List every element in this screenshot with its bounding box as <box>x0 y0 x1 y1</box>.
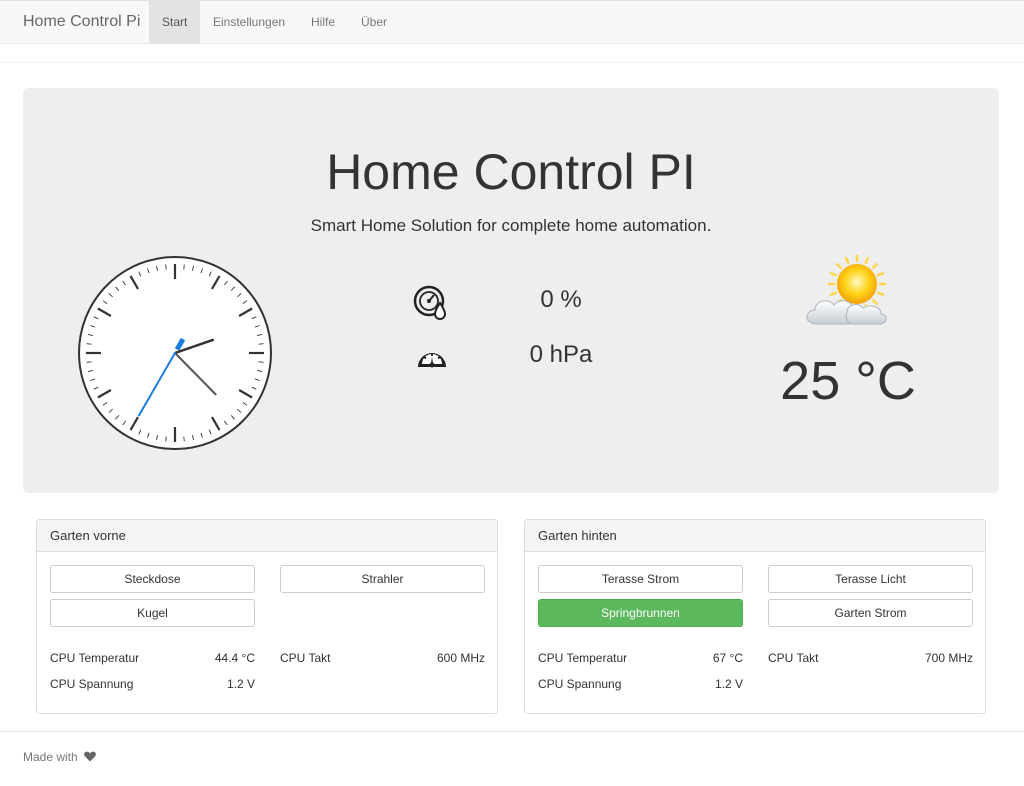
clock-minute-tick <box>165 264 167 270</box>
temperature-value: 25 °C <box>780 351 916 411</box>
stat-cpu-takt: CPU Takt 700 MHz <box>768 651 973 667</box>
strahler-button[interactable]: Strahler <box>280 565 485 593</box>
stat-value: 44.4 °C <box>214 651 255 665</box>
stat-value: 1.2 V <box>226 677 255 691</box>
sun-ray <box>872 299 879 306</box>
springbrunnen-button[interactable]: Springbrunnen <box>538 599 743 627</box>
nav-item-einstellungen[interactable]: Einstellungen <box>200 1 298 44</box>
analog-clock <box>78 256 272 450</box>
nav-item-ueber[interactable]: Über <box>348 1 400 44</box>
footer: Made with <box>23 750 96 764</box>
sun-ray <box>872 262 879 269</box>
clock-minute-tick <box>183 264 185 270</box>
sun-ray <box>864 256 869 265</box>
divider <box>0 62 1024 63</box>
humidity-gauge-icon <box>413 285 447 320</box>
stat-label: CPU Spannung <box>538 677 622 691</box>
stat-value: 600 MHz <box>436 651 485 665</box>
panel-garten-hinten: Garten hinten Terasse Strom Terasse Lich… <box>524 519 986 714</box>
nav-item-hilfe[interactable]: Hilfe <box>298 1 348 44</box>
stat-cpu-temperatur: CPU Temperatur 67 °C <box>538 651 743 667</box>
kugel-button[interactable]: Kugel <box>50 599 255 627</box>
stat-label: CPU Temperatur <box>538 651 628 665</box>
sun-ray <box>876 291 885 296</box>
stat-cpu-spannung: CPU Spannung 1.2 V <box>50 677 255 693</box>
brand-link[interactable]: Home Control Pi <box>23 13 140 31</box>
terasse-licht-button[interactable]: Terasse Licht <box>768 565 973 593</box>
clock-minute-tick <box>165 436 167 442</box>
terasse-strom-button[interactable]: Terasse Strom <box>538 565 743 593</box>
clock-minute-tick <box>258 361 264 363</box>
footer-text: Made with <box>23 750 78 764</box>
sun-ray <box>829 272 838 277</box>
stat-value: 67 °C <box>712 651 743 665</box>
humidity-value: 0 % <box>540 286 582 313</box>
stat-label: CPU Takt <box>280 651 331 665</box>
footer-divider <box>0 731 1024 732</box>
sun-ray <box>845 256 850 265</box>
nav-item-start[interactable]: Start <box>149 1 200 44</box>
barometer-icon <box>418 353 446 368</box>
stat-value: 1.2 V <box>714 677 743 691</box>
panel-title: Garten vorne <box>37 520 497 552</box>
stat-label: CPU Spannung <box>50 677 134 691</box>
clock-minute-tick <box>258 343 264 345</box>
pressure-value: 0 hPa <box>529 341 593 368</box>
steckdose-button[interactable]: Steckdose <box>50 565 255 593</box>
clock-minute-tick <box>86 361 92 363</box>
panel-title: Garten hinten <box>525 520 985 552</box>
clock-minute-tick <box>86 343 92 345</box>
stat-value: 700 MHz <box>924 651 973 665</box>
garten-strom-button[interactable]: Garten Strom <box>768 599 973 627</box>
page-subtitle: Smart Home Solution for complete home au… <box>310 216 712 235</box>
heart-icon <box>84 751 96 762</box>
stat-cpu-temperatur: CPU Temperatur 44.4 °C <box>50 651 255 667</box>
stat-label: CPU Takt <box>768 651 819 665</box>
sun-ray <box>876 272 885 277</box>
hero-panel: Home Control PI Smart Home Solution for … <box>23 88 999 493</box>
stat-label: CPU Temperatur <box>50 651 140 665</box>
sun-ray <box>835 262 842 269</box>
navbar: Home Control Pi Start Einstellungen Hilf… <box>0 0 1024 44</box>
sun-ray <box>829 291 838 296</box>
stat-cpu-takt: CPU Takt 600 MHz <box>280 651 485 667</box>
partly-cloudy-icon <box>806 254 887 325</box>
clock-minute-tick <box>183 436 185 442</box>
page-title: Home Control PI <box>326 144 696 200</box>
stat-cpu-spannung: CPU Spannung 1.2 V <box>538 677 743 693</box>
panel-garten-vorne: Garten vorne Steckdose Strahler Kugel CP… <box>36 519 498 714</box>
